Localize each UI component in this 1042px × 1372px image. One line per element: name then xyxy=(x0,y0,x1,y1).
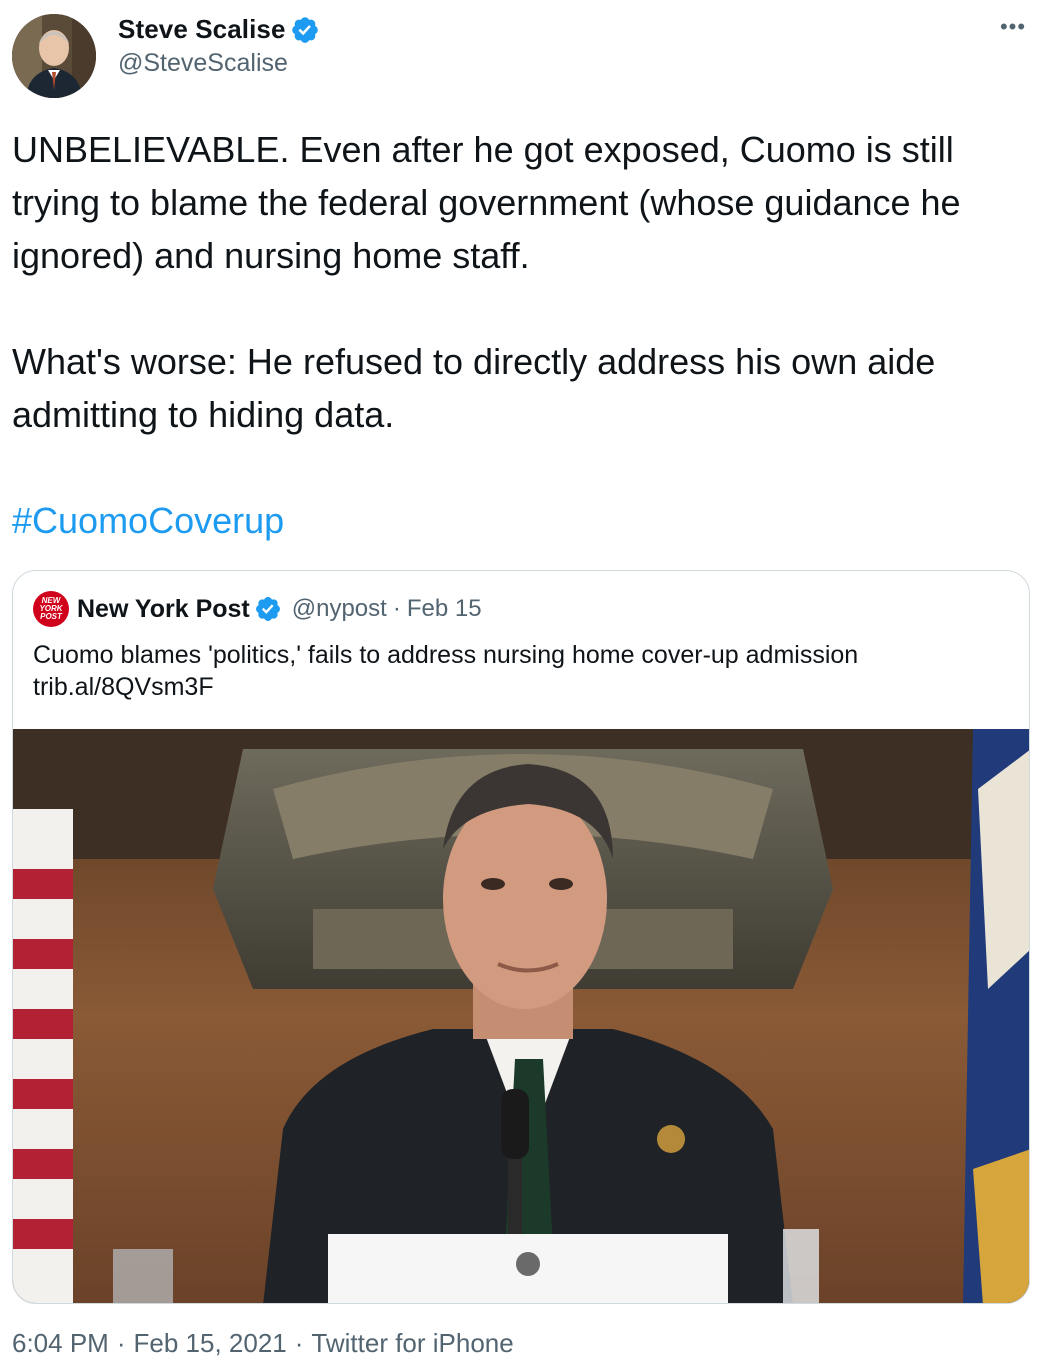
tweet-paragraph: What's worse: He refused to directly add… xyxy=(12,341,936,435)
tweet-text: UNBELIEVABLE. Even after he got exposed,… xyxy=(12,123,1022,547)
quoted-tweet-photo[interactable] xyxy=(13,729,1029,1303)
tweet-footer: 6:04 PM · Feb 15, 2021 · Twitter for iPh… xyxy=(12,1328,514,1359)
footer-separator: · xyxy=(294,1328,304,1358)
tweet-source-link[interactable]: Twitter for iPhone xyxy=(311,1328,513,1359)
tweet-date-link[interactable]: Feb 15, 2021 xyxy=(134,1328,287,1359)
verified-badge-icon xyxy=(255,597,280,621)
more-horizontal-icon: ••• xyxy=(999,14,1027,39)
quoted-tweet-card[interactable]: NEW YORK POST New York Post @nypost · Fe… xyxy=(12,570,1030,1304)
author-display-name[interactable]: Steve Scalise xyxy=(118,14,286,45)
footer-separator: · xyxy=(116,1328,126,1358)
press-conference-photo xyxy=(13,729,1029,1303)
author-handle[interactable]: @SteveScalise xyxy=(118,49,288,78)
hashtag-link[interactable]: #CuomoCoverup xyxy=(12,500,284,541)
tweet-time-link[interactable]: 6:04 PM xyxy=(12,1328,109,1359)
quoted-tweet-text: Cuomo blames 'politics,' fails to addres… xyxy=(33,639,858,703)
quoted-headline: Cuomo blames 'politics,' fails to addres… xyxy=(33,641,859,669)
quoted-link[interactable]: trib.al/8QVsm3F xyxy=(33,671,858,703)
more-options-button[interactable]: ••• xyxy=(998,12,1028,42)
verified-badge-icon xyxy=(291,16,318,43)
quoted-display-name[interactable]: New York Post xyxy=(77,595,250,624)
quoted-handle[interactable]: @nypost xyxy=(292,595,387,623)
tweet-paragraph: UNBELIEVABLE. Even after he got exposed,… xyxy=(12,129,961,276)
quoted-tweet-header: NEW YORK POST New York Post @nypost · Fe… xyxy=(33,591,482,627)
meta-separator: · xyxy=(392,595,401,622)
nypost-avatar[interactable]: NEW YORK POST xyxy=(33,591,69,627)
avatar-photo xyxy=(12,14,96,98)
author-name-row: Steve Scalise xyxy=(118,14,320,45)
author-avatar[interactable] xyxy=(12,14,96,98)
quoted-date[interactable]: Feb 15 xyxy=(407,595,482,623)
